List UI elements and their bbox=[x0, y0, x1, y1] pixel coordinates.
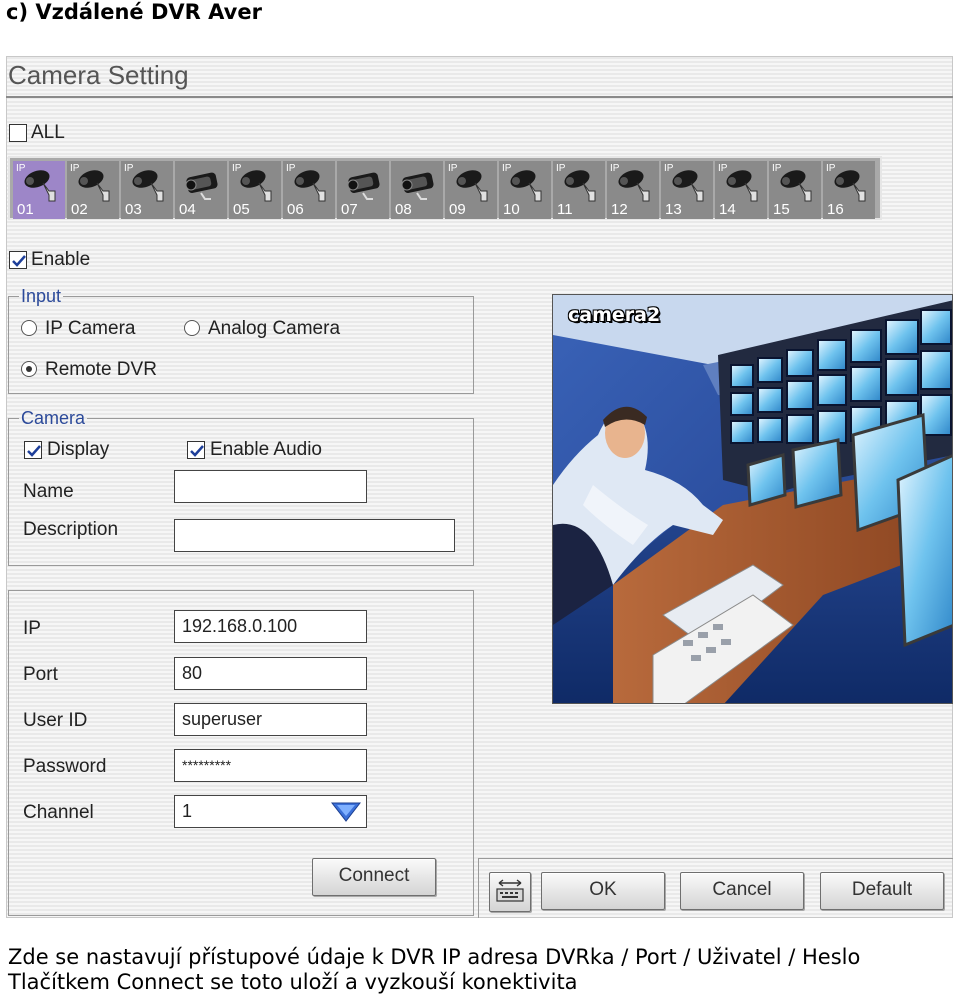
ip-label: IP bbox=[23, 618, 41, 639]
caption-line-2: Tlačítkem Connect se toto uloží a vyzkou… bbox=[8, 970, 578, 994]
analog-camera-radio[interactable] bbox=[184, 320, 200, 336]
camera-number: 08 bbox=[395, 201, 412, 218]
ip-camera-icon bbox=[24, 170, 56, 202]
camera-number: 09 bbox=[449, 201, 466, 218]
camera-number: 12 bbox=[611, 201, 628, 218]
port-label: Port bbox=[23, 664, 58, 685]
camera-tile[interactable]: IP 05 bbox=[229, 161, 281, 219]
cancel-button[interactable]: Cancel bbox=[680, 872, 804, 910]
name-label: Name bbox=[23, 481, 74, 502]
camera-tile[interactable]: IP 03 bbox=[121, 161, 173, 219]
description-label: Description bbox=[23, 519, 119, 540]
port-input[interactable]: 80 bbox=[174, 657, 367, 690]
camera-number: 15 bbox=[773, 201, 790, 218]
camera-tile[interactable]: IP 10 bbox=[499, 161, 551, 219]
password-label: Password bbox=[23, 756, 107, 777]
camera-number: 13 bbox=[665, 201, 682, 218]
ok-button[interactable]: OK bbox=[541, 872, 665, 910]
ip-camera-icon bbox=[672, 170, 704, 202]
camera-tile[interactable]: IP 11 bbox=[553, 161, 605, 219]
camera-number: 14 bbox=[719, 201, 736, 218]
analog-camera-label: Analog Camera bbox=[208, 318, 341, 339]
preview-camera-label: camera2 bbox=[568, 304, 661, 326]
checkmark-icon bbox=[12, 255, 26, 267]
camera-tile[interactable]: 08 bbox=[391, 161, 443, 219]
ip-camera-icon bbox=[564, 170, 596, 202]
camera-tile[interactable]: IP 14 bbox=[715, 161, 767, 219]
connect-button[interactable]: Connect bbox=[312, 858, 436, 896]
camera-number: 03 bbox=[125, 201, 142, 218]
userid-label: User ID bbox=[23, 710, 88, 731]
remote-dvr-label: Remote DVR bbox=[45, 359, 157, 380]
camera-tile[interactable]: IP 02 bbox=[67, 161, 119, 219]
display-label: Display bbox=[47, 439, 110, 460]
ip-camera-icon bbox=[456, 170, 488, 202]
title-divider bbox=[6, 96, 953, 98]
analog-camera-icon bbox=[347, 172, 380, 200]
enable-audio-label: Enable Audio bbox=[210, 439, 322, 460]
enable-checkbox-label: Enable bbox=[31, 249, 91, 270]
channel-label: Channel bbox=[23, 802, 94, 823]
all-checkbox-label: ALL bbox=[31, 122, 65, 143]
camera-tile[interactable]: IP 06 bbox=[283, 161, 335, 219]
ip-camera-icon bbox=[726, 170, 758, 202]
camera-number: 10 bbox=[503, 201, 520, 218]
camera-preview bbox=[552, 294, 953, 704]
caption-line-1: Zde se nastavují přístupové údaje k DVR … bbox=[8, 945, 861, 969]
channel-select[interactable]: 1 bbox=[174, 795, 367, 828]
camera-tile[interactable]: 04 bbox=[175, 161, 227, 219]
ip-camera-icon bbox=[834, 170, 866, 202]
ip-camera-label: IP Camera bbox=[45, 318, 136, 339]
surveillance-room-image bbox=[553, 295, 952, 703]
ip-camera-icon bbox=[294, 170, 326, 202]
camera-tile[interactable]: IP 09 bbox=[445, 161, 497, 219]
camera-number: 07 bbox=[341, 201, 358, 218]
ip-camera-icon bbox=[618, 170, 650, 202]
ip-camera-icon bbox=[132, 170, 164, 202]
camera-tile[interactable]: 07 bbox=[337, 161, 389, 219]
analog-camera-icon bbox=[185, 172, 218, 200]
camera-tile[interactable]: IP 01 bbox=[13, 161, 65, 219]
camera-tile[interactable]: IP 16 bbox=[823, 161, 875, 219]
all-checkbox[interactable] bbox=[9, 124, 27, 142]
camera-number: 02 bbox=[71, 201, 88, 218]
camera-number: 11 bbox=[557, 201, 573, 218]
camera-number: 04 bbox=[179, 201, 196, 218]
name-input[interactable] bbox=[174, 470, 367, 503]
enable-audio-checkbox[interactable] bbox=[187, 441, 205, 459]
camera-number: 16 bbox=[827, 201, 844, 218]
camera-tile[interactable]: IP 15 bbox=[769, 161, 821, 219]
camera-group-legend: Camera bbox=[21, 408, 86, 428]
checkmark-icon bbox=[27, 445, 41, 457]
camera-tile[interactable]: IP 13 bbox=[661, 161, 713, 219]
keyboard-icon bbox=[496, 879, 524, 902]
channel-value: 1 bbox=[182, 801, 193, 821]
camera-tile[interactable]: IP 12 bbox=[607, 161, 659, 219]
document-heading: c) Vzdálené DVR Aver bbox=[6, 0, 262, 24]
input-group-legend: Input bbox=[21, 286, 62, 306]
panel-title: Camera Setting bbox=[8, 60, 189, 90]
ip-camera-icon bbox=[510, 170, 542, 202]
camera-number: 05 bbox=[233, 201, 250, 218]
ip-camera-icon bbox=[240, 170, 272, 202]
userid-input[interactable]: superuser bbox=[174, 703, 367, 736]
camera-strip: IP 01 IP 02 IP 03 04 IP 05 IP 06 07 08 I… bbox=[8, 156, 882, 220]
keyboard-button[interactable] bbox=[489, 872, 531, 912]
remote-dvr-radio[interactable] bbox=[21, 361, 37, 377]
display-checkbox[interactable] bbox=[24, 441, 42, 459]
ip-camera-radio[interactable] bbox=[21, 320, 37, 336]
camera-number: 06 bbox=[287, 201, 304, 218]
default-button[interactable]: Default bbox=[820, 872, 944, 910]
analog-camera-icon bbox=[401, 172, 434, 200]
camera-number: 01 bbox=[17, 201, 34, 218]
password-input[interactable]: ********* bbox=[174, 749, 367, 782]
description-input[interactable] bbox=[174, 519, 455, 552]
ip-camera-icon bbox=[780, 170, 812, 202]
dropdown-arrow-icon[interactable] bbox=[331, 802, 361, 822]
ip-camera-icon bbox=[78, 170, 110, 202]
checkmark-icon bbox=[190, 445, 204, 457]
ip-input[interactable]: 192.168.0.100 bbox=[174, 610, 367, 643]
enable-checkbox[interactable] bbox=[9, 251, 27, 269]
